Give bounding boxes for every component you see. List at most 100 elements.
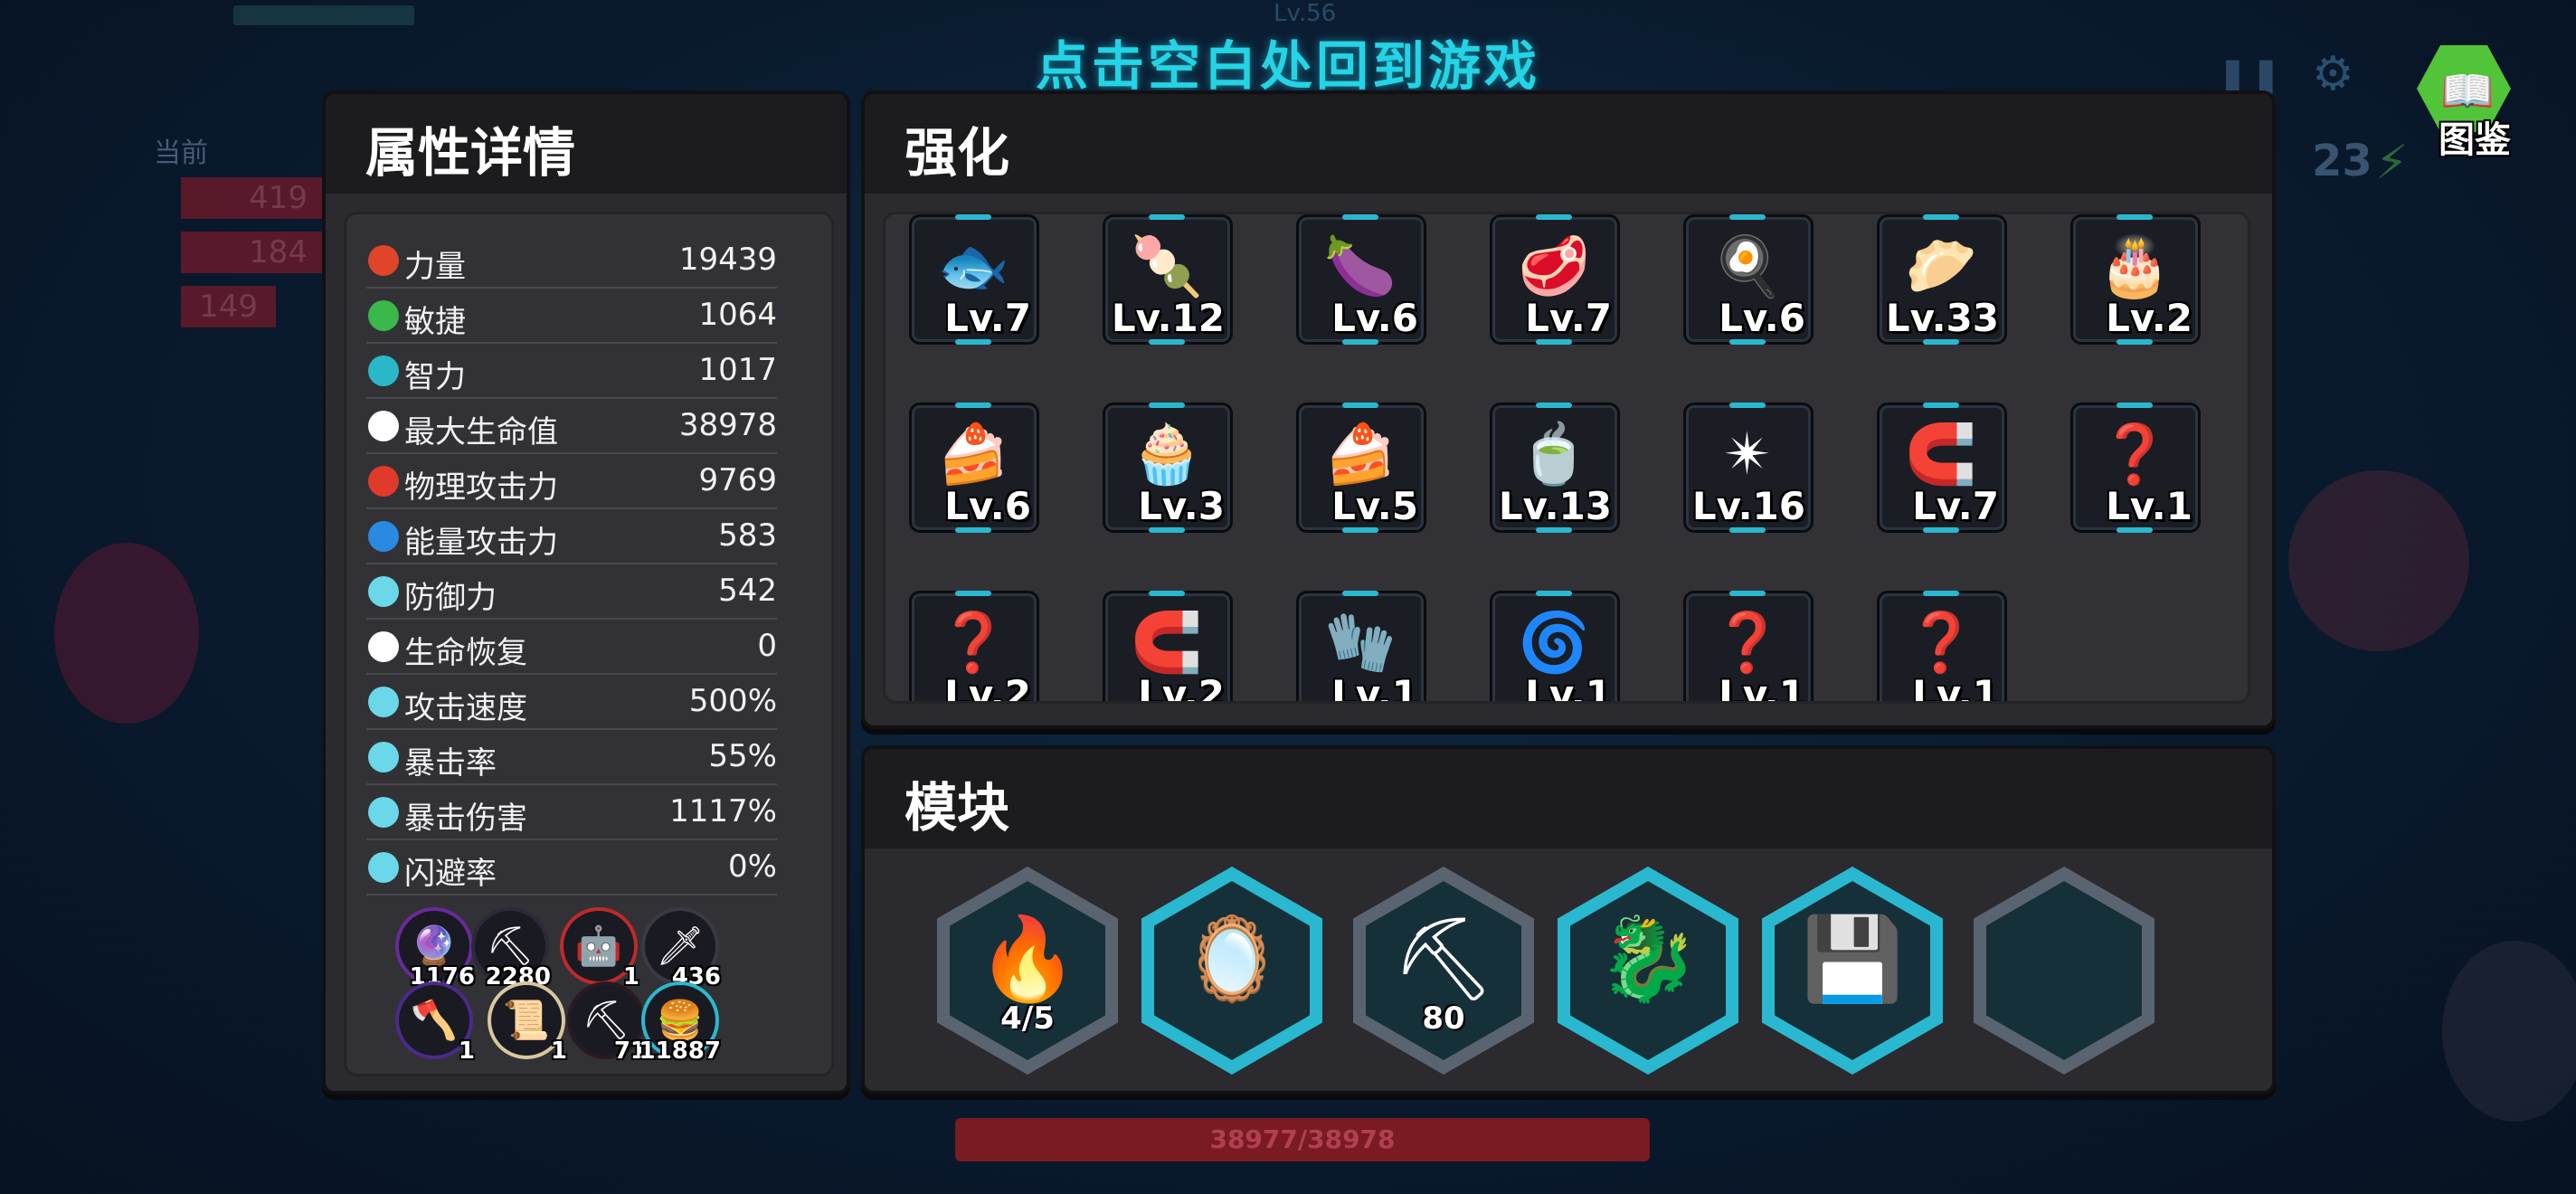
enhance-title: 强化 xyxy=(904,122,1010,184)
axe-icon[interactable]: 🪓 1 xyxy=(399,985,475,1065)
skill-count: 1 xyxy=(550,1038,567,1065)
enhance-level: Lv.33 xyxy=(1885,296,1999,340)
chip-icon: 💾 xyxy=(1801,912,1904,1007)
enhance-level: Lv.2 xyxy=(944,672,1031,704)
enhance-level: Lv.5 xyxy=(1331,484,1418,528)
stat-value: 19439 xyxy=(678,242,777,278)
module-slot[interactable]: 💾 xyxy=(1762,867,1943,1075)
stat-row: 闪避率 0% xyxy=(366,839,777,896)
stat-icon xyxy=(368,742,399,772)
enhance-level: Lv.1 xyxy=(2106,484,2192,528)
enhance-item[interactable]: 🍆 Lv.6 xyxy=(1296,214,1426,345)
enhance-level: Lv.7 xyxy=(944,296,1031,340)
enhance-item[interactable]: ✴ Lv.16 xyxy=(1683,403,1814,533)
enhance-item[interactable]: 🍳 Lv.6 xyxy=(1683,214,1814,345)
stat-value: 38978 xyxy=(678,407,777,443)
stat-icon xyxy=(368,852,399,883)
stat-icon xyxy=(368,245,399,276)
enhance-level: Lv.1 xyxy=(1719,672,1805,704)
enhance-level: Lv.1 xyxy=(1331,672,1418,704)
module-slot[interactable]: 🪞 xyxy=(1141,867,1322,1075)
bg-current-label: 当前 xyxy=(154,137,208,169)
enhance-item[interactable]: ❓ Lv.2 xyxy=(909,591,1039,704)
scroll-icon[interactable]: 📜 1 xyxy=(491,985,567,1065)
enhance-level: Lv.2 xyxy=(1138,672,1225,704)
stat-name: 暴击率 xyxy=(404,745,497,782)
enhance-item[interactable]: ❓ Lv.1 xyxy=(1877,591,2007,704)
enhance-level: Lv.6 xyxy=(1719,296,1805,340)
enhance-level: Lv.3 xyxy=(1138,484,1225,528)
stat-row: 敏捷 1064 xyxy=(366,288,777,344)
module-header: 模块 xyxy=(865,749,2272,848)
return-to-game-hint[interactable]: 点击空白处回到游戏 xyxy=(0,24,2576,100)
stat-icon xyxy=(368,631,399,662)
codex-button[interactable]: 📖 图鉴 xyxy=(2413,45,2513,161)
stat-name: 生命恢复 xyxy=(404,635,527,671)
enhance-item[interactable]: ❓ Lv.1 xyxy=(2070,403,2201,533)
enhance-item[interactable]: 🐟 Lv.7 xyxy=(909,214,1039,345)
stat-row: 防御力 542 xyxy=(366,564,777,620)
enhance-level: Lv.13 xyxy=(1498,484,1612,528)
enhance-level: Lv.12 xyxy=(1111,296,1225,340)
enhance-level: Lv.6 xyxy=(944,484,1031,528)
stat-row: 最大生命值 38978 xyxy=(366,398,777,454)
stat-row: 攻击速度 500% xyxy=(366,674,777,730)
module-slot[interactable]: 🐉 xyxy=(1558,867,1738,1075)
attributes-panel: 属性详情 力量 19439 敏捷 1064 智力 1017 最大生命值 38978 物理攻击力 9… xyxy=(322,90,850,1094)
spear-icon[interactable]: 🗡 436 xyxy=(645,911,721,990)
red-robot-icon[interactable]: 🤖 1 xyxy=(564,911,639,990)
module-count: 80 xyxy=(1422,1000,1465,1037)
enhance-grid[interactable]: 🐟 Lv.7 🍡 Lv.12 🍆 Lv.6 🥩 Lv.7 🍳 Lv.6 🥟 Lv.33 🎂 Lv.2 🍰 Lv… xyxy=(883,212,2250,704)
enhance-item[interactable]: 🍰 Lv.5 xyxy=(1296,403,1426,533)
bg-progress-bar xyxy=(233,5,414,25)
stat-name: 暴击伤害 xyxy=(404,801,527,837)
module-title: 模块 xyxy=(904,777,1010,839)
stat-name: 能量攻击力 xyxy=(404,525,558,561)
mirror-icon: 🪞 xyxy=(1180,912,1283,1007)
stat-row: 暴击伤害 1117% xyxy=(366,784,777,840)
module-slot[interactable]: ⛏ 80 xyxy=(1353,867,1534,1075)
enhance-item[interactable]: 🧁 Lv.3 xyxy=(1103,403,1233,533)
module-panel: 模块 🔥 4/5 🪞 ⛏ 80 🐉 💾 xyxy=(861,745,2276,1094)
enhance-item[interactable]: 🧲 Lv.7 xyxy=(1877,403,2007,533)
stat-icon xyxy=(368,797,399,828)
enhance-item[interactable]: 🌀 Lv.1 xyxy=(1490,591,1620,701)
stat-value: 500% xyxy=(688,683,777,719)
stat-icon xyxy=(368,687,399,717)
bg-bar: 419 xyxy=(181,177,326,219)
stat-row: 能量攻击力 583 xyxy=(366,508,777,564)
enhance-item[interactable]: 🥩 Lv.7 xyxy=(1490,214,1620,345)
stat-value: 55% xyxy=(708,738,777,774)
book-icon: 📖 xyxy=(2440,66,2495,117)
module-slot[interactable]: 🔥 4/5 xyxy=(937,867,1118,1075)
stat-icon xyxy=(368,300,399,331)
bg-decor xyxy=(2288,470,2469,651)
scythe-icon[interactable]: ⛏ 2280 xyxy=(475,911,551,990)
enhance-item[interactable]: 🍡 Lv.12 xyxy=(1103,214,1233,345)
enhance-level: Lv.2 xyxy=(2106,296,2192,340)
enhance-item[interactable]: 🧤 Lv.1 xyxy=(1296,591,1426,704)
stat-name: 物理攻击力 xyxy=(404,469,558,506)
enhance-level: Lv.6 xyxy=(1331,296,1418,340)
scythe-dark-icon[interactable]: ⛏ 71 xyxy=(571,985,647,1065)
enhance-level: Lv.1 xyxy=(1912,672,1999,704)
skill-count: 11887 xyxy=(639,1038,721,1065)
enhance-header: 强化 xyxy=(865,94,2272,194)
stat-row: 物理攻击力 9769 xyxy=(366,453,777,509)
burger-icon[interactable]: 🍔 11887 xyxy=(639,985,721,1065)
attributes-list: 力量 19439 敏捷 1064 智力 1017 最大生命值 38978 物理攻击力 9769 能量… xyxy=(344,212,834,1076)
stat-value: 1017 xyxy=(698,352,777,388)
stat-name: 攻击速度 xyxy=(404,690,527,726)
stat-icon xyxy=(368,576,399,607)
enhance-item[interactable]: 🍵 Lv.13 xyxy=(1490,403,1620,533)
enhance-item[interactable]: 🧲 Lv.2 xyxy=(1103,591,1233,704)
enhance-item[interactable]: 🍰 Lv.6 xyxy=(909,403,1039,533)
module-slot[interactable] xyxy=(1974,867,2155,1075)
enhance-item[interactable]: ❓ Lv.1 xyxy=(1683,591,1814,704)
enhance-item[interactable]: 🥟 Lv.33 xyxy=(1877,214,2007,345)
purple-orb-icon[interactable]: 🔮 1176 xyxy=(399,911,475,990)
stat-value: 0% xyxy=(728,848,777,885)
enhance-item[interactable]: 🎂 Lv.2 xyxy=(2070,214,2201,345)
stat-value: 1064 xyxy=(698,297,777,333)
red-scythe-icon: ⛏ xyxy=(1391,912,1496,1007)
